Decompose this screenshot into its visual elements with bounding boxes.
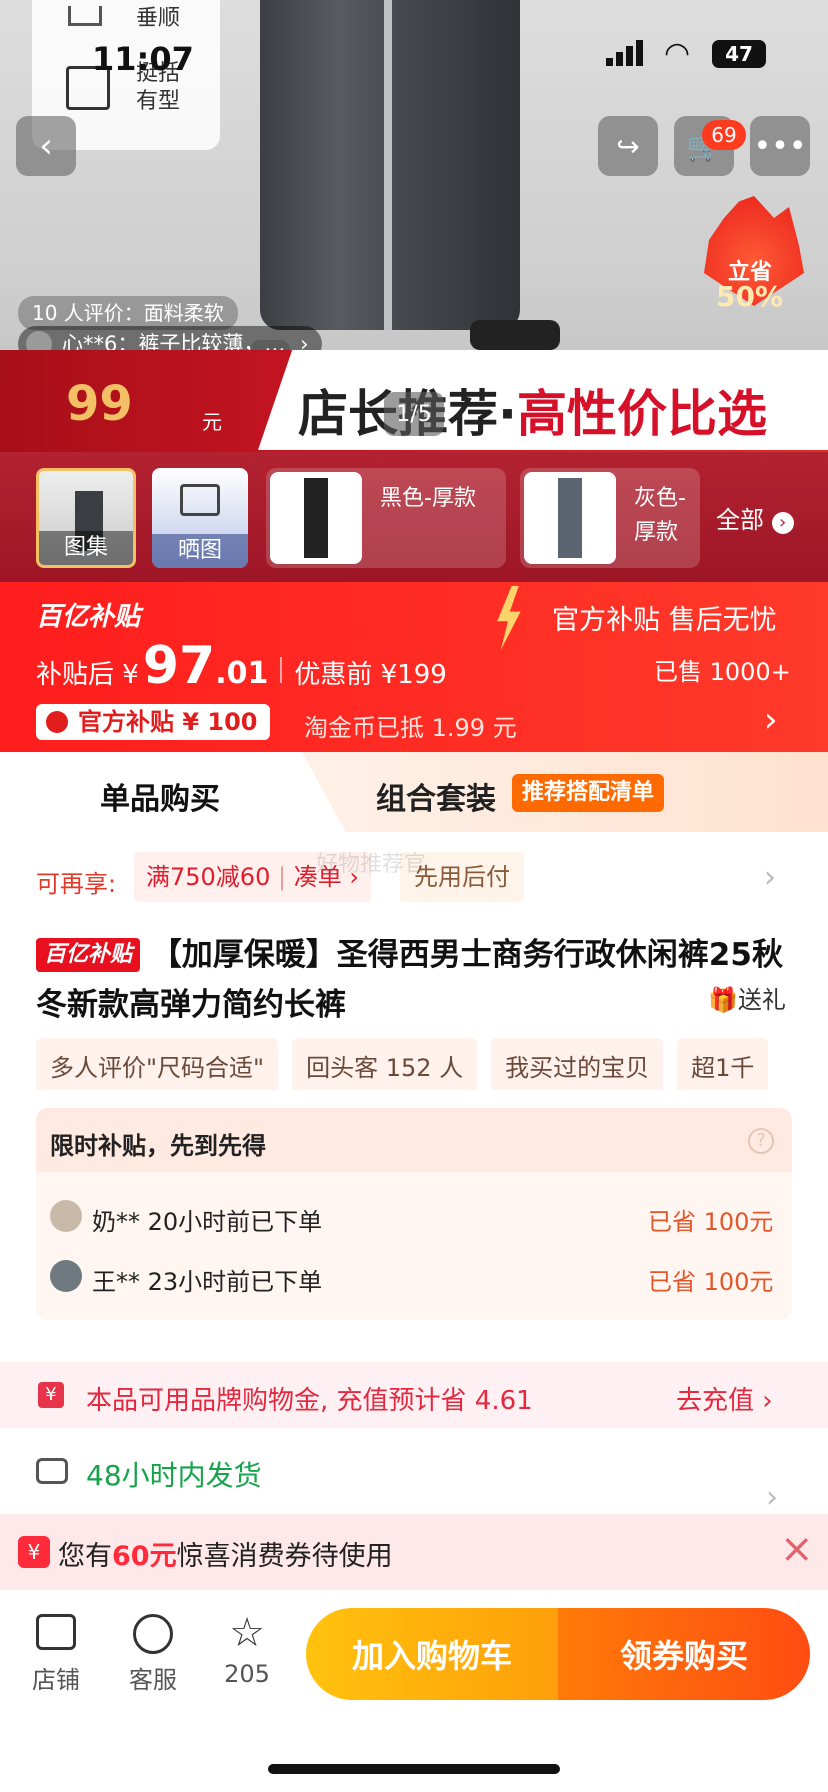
order-saved: 已省 100元 xyxy=(648,1268,774,1296)
chevron-left-icon: ‹ xyxy=(39,126,53,166)
coupon-icon xyxy=(46,711,68,733)
coupon-reminder-bar[interactable]: ¥ 您有60元惊喜消费券待使用 × xyxy=(0,1514,828,1590)
help-icon[interactable]: ? xyxy=(748,1128,774,1154)
chevron-right-icon[interactable]: › xyxy=(766,1480,778,1515)
yen-icon: ¥ xyxy=(18,1536,50,1568)
thumb-gallery[interactable]: 图集 xyxy=(36,468,136,568)
add-to-cart-button[interactable]: 加入购物车 xyxy=(306,1608,558,1700)
yen-icon: ¥ xyxy=(38,1382,64,1408)
before-discount-price: 优惠前 ¥199 xyxy=(294,660,447,690)
tag-bought-before[interactable]: 我买过的宝贝 xyxy=(491,1038,664,1090)
gift-button[interactable]: 🎁送礼 xyxy=(708,980,786,1015)
share-button[interactable]: ↪ xyxy=(598,116,658,176)
star-icon: ☆ xyxy=(229,1610,265,1656)
order-user: 奶** 20小时前已下单 xyxy=(92,1208,323,1236)
service-button[interactable]: 客服 xyxy=(122,1614,184,1695)
cart-count-badge: 69 xyxy=(702,120,746,150)
chevron-right-icon[interactable]: › xyxy=(764,860,776,895)
view-all-button[interactable]: 全部 › xyxy=(716,500,794,535)
home-indicator xyxy=(268,1764,560,1774)
variant-label: 灰色-厚款 xyxy=(634,486,686,545)
style-tag-drape: 垂顺 xyxy=(136,6,181,31)
shop-icon xyxy=(36,1614,76,1650)
avatar xyxy=(50,1200,82,1232)
limited-heading: 限时补贴，先到先得 xyxy=(36,1108,792,1172)
tab-combo[interactable]: 组合套装 xyxy=(376,774,496,818)
brand-gold-row[interactable]: ¥ 本品可用品牌购物金, 充值预计省 4.61 去充值 › xyxy=(0,1362,828,1428)
buy-with-coupon-button[interactable]: 领券购买 xyxy=(558,1608,810,1700)
taojin-coins: 淘金币已抵 1.99 元 xyxy=(304,714,517,742)
variant-gray[interactable]: 灰色-厚款 xyxy=(520,468,700,568)
variant-image xyxy=(524,472,616,564)
title-text: 【加厚保暖】圣得西男士商务行政休闲裤25秋冬新款高弹力简约长裤 xyxy=(36,937,783,1023)
recharge-button[interactable]: 去充值 › xyxy=(676,1380,773,1417)
image-counter: 1/5 xyxy=(384,392,444,436)
subsidy-price-row: 补贴后 ¥ 97 .01 优惠前 ¥199 xyxy=(36,636,447,696)
back-button[interactable]: ‹ xyxy=(16,116,76,176)
more-button[interactable]: ••• xyxy=(750,116,810,176)
thumb-label: 图集 xyxy=(39,531,133,565)
chevron-right-icon: › xyxy=(771,512,794,534)
brand-gold-text: 本品可用品牌购物金, 充值预计省 4.61 xyxy=(86,1386,533,1416)
official-coupon: 官方补贴 ¥ 100 xyxy=(36,704,270,740)
variant-image xyxy=(270,472,362,564)
tag-more[interactable]: 超1千 xyxy=(677,1038,769,1090)
product-title: 百亿补贴 【加厚保暖】圣得西男士商务行政休闲裤25秋冬新款高弹力简约长裤 xyxy=(36,930,786,1030)
share-icon: ↪ xyxy=(616,129,640,163)
banner-price: 99 xyxy=(66,376,133,432)
more-icon: ••• xyxy=(753,128,807,164)
after-subsidy-price: 97 xyxy=(142,636,216,696)
chevron-right-icon[interactable]: › xyxy=(764,700,778,740)
drape-icon xyxy=(68,6,102,26)
limited-subsidy-card: 限时补贴，先到先得 ? 奶** 20小时前已下单 已省 100元 王** 23小… xyxy=(36,1108,792,1320)
tab-single[interactable]: 单品购买 xyxy=(100,774,220,818)
order-user: 王** 23小时前已下单 xyxy=(92,1268,323,1296)
status-time: 11:07 xyxy=(92,40,194,78)
shop-button[interactable]: 店铺 xyxy=(28,1614,84,1695)
discount-badge: 立省 50% xyxy=(698,196,808,316)
title-badge: 百亿补贴 xyxy=(36,938,141,972)
truck-icon xyxy=(36,1458,68,1484)
wifi-icon: ◠ xyxy=(664,36,691,71)
battery-icon: 47 xyxy=(712,40,766,68)
order-saved: 已省 100元 xyxy=(648,1208,774,1236)
subsidy-brand: 百亿补贴 xyxy=(36,602,141,632)
image-icon xyxy=(180,484,220,516)
variant-label: 黑色-厚款 xyxy=(380,486,476,511)
product-photo-pants xyxy=(260,0,520,330)
variant-black[interactable]: 黑色-厚款 xyxy=(266,468,506,568)
watermark: 好物推荐官 xyxy=(316,852,427,877)
promo-label: 可再享: xyxy=(36,870,117,898)
tag-returning[interactable]: 回头客 152 人 xyxy=(292,1038,478,1090)
favorite-button[interactable]: ☆ 205 xyxy=(216,1610,278,1688)
badge-text-2: 50% xyxy=(716,280,784,313)
slogan: 店长推荐·高性价比选 xyxy=(298,385,767,443)
sold-count: 已售 1000+ xyxy=(654,658,791,686)
tag-size-fit[interactable]: 多人评价"尺码合适" xyxy=(36,1038,279,1090)
subsidy-official-text: 官方补贴 售后无忧 xyxy=(552,605,777,636)
close-icon[interactable]: × xyxy=(780,1526,814,1572)
thumb-review-gallery[interactable]: 晒图 xyxy=(152,468,248,568)
avatar xyxy=(50,1260,82,1292)
after-subsidy-decimal: .01 xyxy=(215,656,269,691)
tags-row: 多人评价"尺码合适" 回头客 152 人我买过的宝贝 超1千 xyxy=(36,1038,828,1090)
shipping-text: 48小时内发货 xyxy=(86,1459,262,1492)
product-photo-shoe xyxy=(470,320,560,350)
review-ticker-1: 10 人评价：面料柔软 xyxy=(18,296,238,330)
after-subsidy-label: 补贴后 ¥ xyxy=(36,660,139,690)
banner-price-unit: 元 xyxy=(202,410,222,434)
coupon-reminder-text: 您有60元惊喜消费券待使用 xyxy=(58,1541,393,1572)
thumb-label: 晒图 xyxy=(152,534,248,568)
gift-icon: 🎁 xyxy=(708,986,738,1014)
signal-icon xyxy=(606,40,646,66)
service-icon xyxy=(133,1614,173,1654)
combo-badge[interactable]: 推荐搭配清单 xyxy=(512,774,665,812)
